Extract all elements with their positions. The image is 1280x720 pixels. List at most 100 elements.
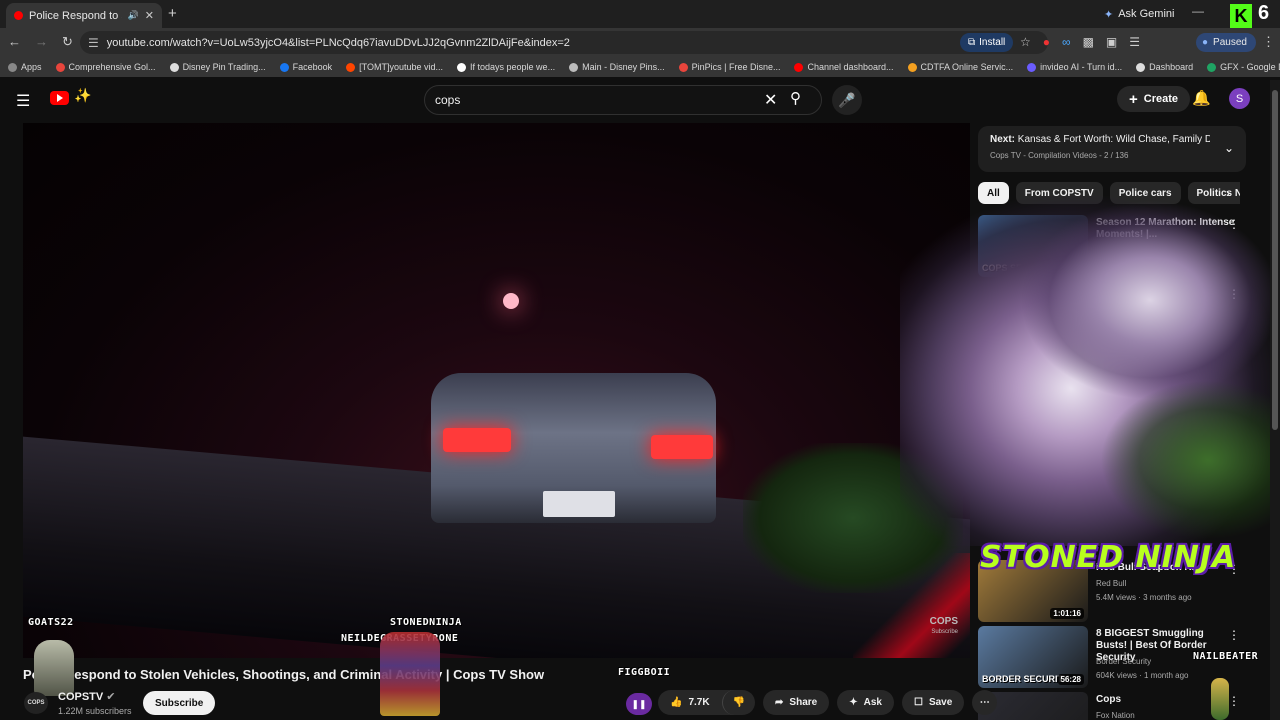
bookmark-item[interactable]: Comprehensive Gol... [55,62,156,72]
install-app-button[interactable]: ⧉ Install [960,33,1014,52]
bookmark-item[interactable]: Facebook [279,62,332,72]
tab-close-icon[interactable]: ✕ [145,9,154,22]
bookmark-icon: ☐ [913,697,923,708]
bookmark-item[interactable]: [TOMT]youtube vid... [346,62,443,72]
install-icon: ⧉ [968,37,976,48]
bookmark-item[interactable]: Disney Pin Trading... [169,62,266,72]
browser-menu-icon[interactable]: ⋮ [1262,34,1275,50]
browser-tab-strip: Police Respond to Stolen Vehicles 🔊 ✕ + … [0,0,1280,28]
bookmark-label: Apps [21,62,42,72]
notifications-bell-icon[interactable]: 🔔 [1192,89,1211,107]
more-options-icon[interactable]: ⋮ [1228,694,1240,708]
bookmark-star-icon[interactable]: ☆ [1020,35,1031,49]
bookmark-item[interactable]: Dashboard [1136,62,1193,72]
plus-icon: + [1129,90,1138,108]
pause-overlay-icon: ❚❚ [626,693,652,715]
share-button[interactable]: ➦ Share [763,690,830,715]
search-input[interactable] [435,93,755,107]
page-scrollbar[interactable] [1270,80,1280,720]
tab-search-icon[interactable]: ▣ [1106,35,1117,49]
bookmark-item[interactable]: PinPics | Free Disne... [678,62,781,72]
video-frame-taillight [651,435,713,459]
recommended-channel[interactable]: Red Bull [1096,579,1126,588]
forward-arrow-icon[interactable]: → [35,34,48,50]
channel-name-row[interactable]: COPSTV ✔ [58,690,115,703]
more-options-icon[interactable]: ⋮ [1228,628,1240,642]
channel-watermark[interactable]: COPS Subscribe [930,616,958,638]
playlist-next-card[interactable]: Next: Kansas & Fort Worth: Wild Chase, F… [978,126,1246,172]
bookmark-item[interactable]: invideo AI - Turn id... [1027,62,1122,72]
bookmark-favicon-icon [1027,62,1037,72]
menu-hamburger-icon[interactable]: ☰ [16,91,30,111]
video-player[interactable]: COPS Subscribe [23,123,970,658]
clear-search-icon[interactable]: ✕ [764,90,777,110]
video-duration: 56:28 [1057,674,1084,685]
recommended-channel[interactable]: Border Security [1096,657,1151,666]
subscribe-button[interactable]: Subscribe [143,691,216,715]
more-actions-button[interactable]: ⋯ [972,690,998,715]
bookmarks-bar: Apps Comprehensive Gol... Disney Pin Tradi… [0,57,1280,77]
next-prefix: Next: [990,134,1016,145]
recommended-meta: 604K views · 1 month ago [1096,671,1189,680]
video-frame-plate [543,491,615,517]
url-text: youtube.com/watch?v=UoLw53yjcO4&list=PLN… [106,36,570,49]
video-thumbnail[interactable]: BORDER SECURITY 56:28 [978,626,1088,688]
voice-search-icon[interactable]: 🎤 [832,85,862,115]
nav-buttons: ← → ↻ [8,34,73,50]
bookmark-item[interactable]: GFX - Google Drive [1207,62,1280,72]
bookmark-item[interactable]: Apps [8,62,42,72]
chevron-down-icon[interactable]: ⌄ [1224,141,1234,155]
profile-paused-button[interactable]: ● Paused [1196,33,1256,52]
recommended-channel[interactable]: Fox Nation [1096,711,1135,720]
bookmark-item[interactable]: CDTFA Online Servic... [907,62,1013,72]
thumbnail-text: BORDER SECURITY [982,674,1070,684]
video-title: Police Respond to Stolen Vehicles, Shoot… [23,667,545,682]
tab-title: Police Respond to Stolen Vehicles [29,9,122,22]
watermark-text: COPS [929,616,958,627]
search-icon[interactable]: ⚲ [790,89,801,107]
tab-audio-icon[interactable]: 🔊 [128,10,139,21]
search-box[interactable] [424,85,822,115]
bookmark-favicon-icon [1207,62,1217,72]
ask-button[interactable]: ✦ Ask [837,690,894,715]
address-bar[interactable]: ☰ youtube.com/watch?v=UoLw53yjcO4&list=P… [80,31,1048,54]
bookmark-favicon-icon [8,62,17,72]
extension-red-icon[interactable]: ● [1043,35,1050,49]
channel-name: COPSTV [58,691,104,703]
bookmark-label: PinPics | Free Disne... [691,62,781,72]
bookmark-label: If todays people we... [470,62,556,72]
site-info-icon[interactable]: ☰ [88,36,99,50]
new-tab-button[interactable]: + [168,5,177,22]
ask-label: Ask [863,697,882,708]
thumbs-down-icon: 👎 [732,697,746,708]
create-button[interactable]: + Create [1117,86,1191,112]
save-label: Save [928,697,953,708]
more-dots-icon: ⋯ [979,697,990,708]
ask-gemini-button[interactable]: ✦ Ask Gemini [1104,5,1174,23]
like-button[interactable]: 👍 7.7K [658,690,722,715]
extensions-area: ☆ ● ∞ ▩ ▣ ☰ [1020,35,1140,49]
small-sprite-overlay [1211,678,1229,720]
video-frame-taillight [443,428,511,452]
extensions-puzzle-icon[interactable]: ▩ [1083,35,1094,49]
doodle-logo-icon[interactable]: ✨ [74,87,91,104]
browser-tab[interactable]: Police Respond to Stolen Vehicles 🔊 ✕ [6,3,162,28]
back-arrow-icon[interactable]: ← [8,34,21,50]
media-control-icon[interactable]: ☰ [1129,35,1140,49]
minimize-icon[interactable]: — [1192,4,1204,18]
stoned-ninja-banner: STONED NINJA [980,540,1237,575]
channel-avatar[interactable]: COPS [24,692,48,714]
scrollbar-thumb[interactable] [1272,90,1278,430]
extension-translate-icon[interactable]: ∞ [1062,35,1071,49]
reload-icon[interactable]: ↻ [62,34,73,50]
bookmark-favicon-icon [457,62,467,72]
bookmark-item[interactable]: Main - Disney Pins... [569,62,665,72]
bookmark-favicon-icon [1136,62,1146,72]
youtube-logo-icon[interactable] [50,91,69,105]
bookmark-item[interactable]: If todays people we... [457,62,555,72]
dislike-button[interactable]: 👎 [721,690,755,715]
account-avatar[interactable]: S [1229,88,1250,109]
bookmark-item[interactable]: Channel dashboard... [794,62,894,72]
browser-toolbar: ← → ↻ ☰ youtube.com/watch?v=UoLw53yjcO4&… [0,28,1280,57]
save-button[interactable]: ☐ Save [901,690,965,715]
